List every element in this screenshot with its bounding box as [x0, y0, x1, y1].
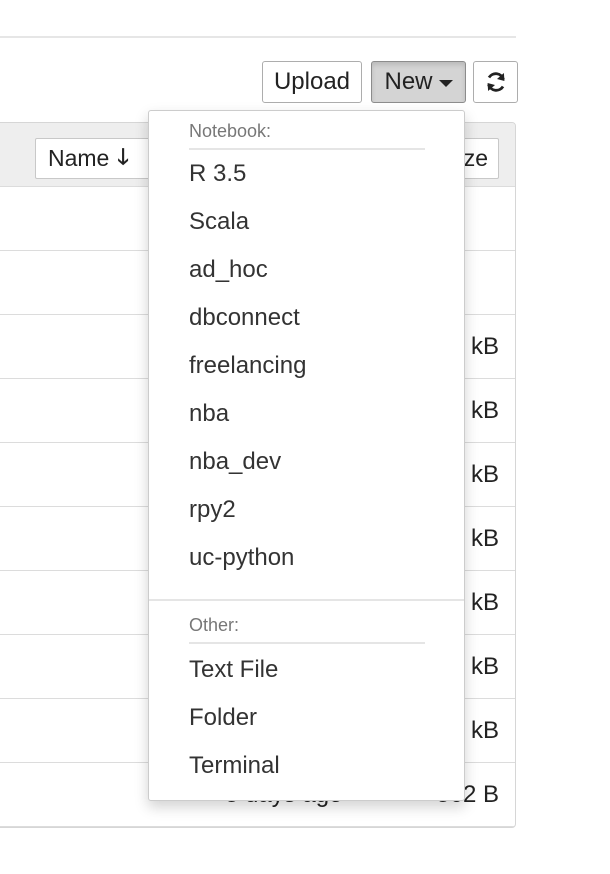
menu-item-notebook-scala[interactable]: Scala — [149, 198, 464, 246]
notebook-section-header: Notebook: — [189, 121, 425, 150]
sort-by-name-label: Name — [48, 145, 110, 171]
sort-by-name-button[interactable]: Name 🡓 — [35, 138, 165, 179]
menu-item-notebook-ad-hoc[interactable]: ad_hoc — [149, 246, 464, 294]
menu-divider — [149, 599, 464, 601]
other-section-header: Other: — [189, 615, 425, 644]
new-button-label: New — [384, 68, 433, 95]
file-size: kB — [470, 461, 499, 488]
arrow-down-icon: 🡓 — [117, 143, 129, 169]
new-dropdown-menu: Notebook: R 3.5 Scala ad_hoc dbconnect freel… — [148, 110, 465, 801]
header-divider — [0, 36, 516, 38]
upload-button-label: Upload — [273, 68, 351, 95]
menu-item-notebook-nba-dev[interactable]: nba_dev — [149, 438, 464, 486]
menu-item-notebook-r-3-5[interactable]: R 3.5 — [149, 150, 464, 198]
upload-button[interactable]: Upload — [262, 61, 362, 103]
caret-down-icon — [438, 80, 453, 87]
refresh-icon — [486, 72, 505, 92]
file-size: kB — [470, 525, 499, 552]
file-browser-page: Upload New Name 🡓 ze kBkBkBkBkBkBkB3 day… — [0, 0, 610, 874]
menu-item-text-file[interactable]: Text File — [149, 646, 464, 694]
file-size: kB — [470, 653, 499, 680]
menu-item-folder[interactable]: Folder — [149, 694, 464, 742]
menu-item-notebook-dbconnect[interactable]: dbconnect — [149, 294, 464, 342]
menu-item-notebook-rpy2[interactable]: rpy2 — [149, 486, 464, 534]
new-button[interactable]: New — [371, 61, 466, 103]
file-size: kB — [470, 589, 499, 616]
menu-item-notebook-nba[interactable]: nba — [149, 390, 464, 438]
file-size: kB — [470, 717, 499, 744]
menu-item-notebook-freelancing[interactable]: freelancing — [149, 342, 464, 390]
refresh-button[interactable] — [473, 61, 518, 103]
file-size: kB — [470, 397, 499, 424]
menu-item-notebook-uc-python[interactable]: uc-python — [149, 534, 464, 582]
menu-item-terminal[interactable]: Terminal — [149, 742, 464, 790]
sort-by-size-label: ze — [463, 145, 488, 171]
file-size: kB — [470, 333, 499, 360]
